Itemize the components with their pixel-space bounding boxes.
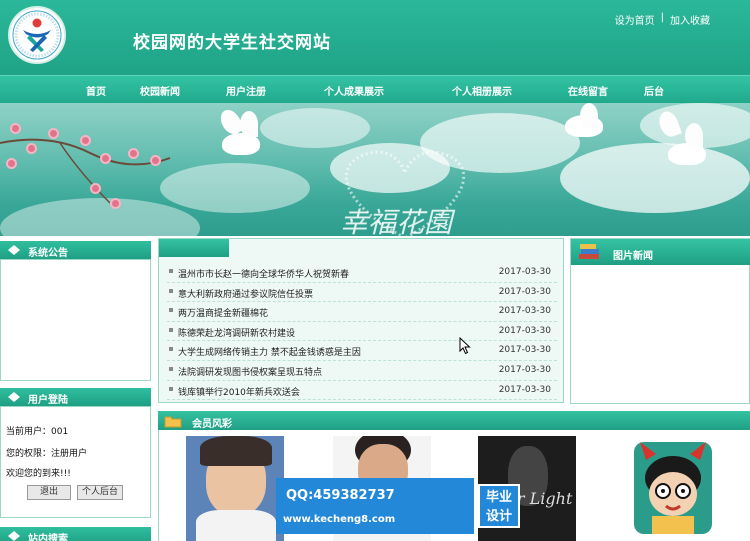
- news-row: 温州市市长赵一德向全球华侨华人祝贺新春 2017-03-30: [167, 263, 557, 283]
- diamond-icon: [8, 531, 20, 541]
- picture-news-header: 图片新闻: [571, 239, 750, 265]
- news-date: 2017-03-30: [498, 384, 551, 395]
- news-title-link[interactable]: 两万温商提金新疆棉花: [178, 306, 268, 319]
- nav-item-guestbook[interactable]: 在线留言: [568, 83, 608, 98]
- news-row: 钱库镇举行2010年新兵欢送会 2017-03-30: [167, 381, 557, 401]
- news-list: 温州市市长赵一德向全球华侨华人祝贺新春 2017-03-30 意大利新政府通过参…: [167, 263, 557, 401]
- picture-news-panel: 图片新闻: [570, 238, 750, 404]
- mouse-cursor-icon: [459, 337, 471, 355]
- site-title: 校园网的大学生社交网站: [133, 33, 331, 53]
- current-user-label: 当前用户：001: [6, 427, 69, 437]
- news-row: 大学生成网络传销主力 禁不起金钱诱惑是主因 2017-03-30: [167, 341, 557, 361]
- nav-item-admin[interactable]: 后台: [644, 83, 664, 98]
- nav-item-campus-news[interactable]: 校园新闻: [140, 83, 180, 98]
- members-title: 会员风彩: [192, 419, 232, 430]
- bullet-icon: [169, 386, 173, 391]
- svg-text:幸福花園: 幸福花園: [340, 206, 456, 236]
- members-panel-header: 会员风彩: [158, 411, 750, 430]
- set-homepage-link[interactable]: 设为首页: [615, 12, 655, 27]
- page: 校园网的大学生社交网站 设为首页 | 加入收藏 首页 校园新闻 用户注册 个人成…: [0, 0, 750, 541]
- news-title-link[interactable]: 陈德荣赴龙湾调研新农村建设: [178, 326, 295, 339]
- announcement-title: 系统公告: [28, 248, 68, 259]
- news-date: 2017-03-30: [498, 364, 551, 375]
- logout-button[interactable]: 退出: [27, 485, 71, 500]
- books-icon: [579, 244, 599, 259]
- site-search-title: 站内搜索: [28, 534, 68, 541]
- diamond-icon: [8, 245, 20, 255]
- news-title-link[interactable]: 意大利新政府通过参议院信任投票: [178, 287, 313, 300]
- watermark-badge-line1: 毕业: [485, 490, 512, 505]
- add-favorite-link[interactable]: 加入收藏: [670, 12, 710, 27]
- news-row: 法院调研发现图书侵权案呈现五特点 2017-03-30: [167, 361, 557, 381]
- announcement-panel: [0, 259, 151, 381]
- news-date: 2017-03-30: [498, 267, 551, 277]
- news-tab[interactable]: [159, 239, 229, 257]
- welcome-text: 欢迎您的到来!!!: [6, 469, 71, 479]
- news-row: 意大利新政府通过参议院信任投票 2017-03-30: [167, 283, 557, 303]
- folder-icon: [164, 416, 182, 428]
- top-links: 设为首页 | 加入收藏: [615, 12, 710, 27]
- bullet-icon: [169, 269, 173, 273]
- site-header: 校园网的大学生社交网站 设为首页 | 加入收藏: [0, 0, 750, 75]
- bullet-icon: [169, 308, 173, 313]
- happiness-script-logo: 幸福花園: [340, 206, 456, 236]
- hero-banner: 幸福花園: [0, 103, 750, 236]
- campus-news-panel: 温州市市长赵一德向全球华侨华人祝贺新春 2017-03-30 意大利新政府通过参…: [158, 238, 564, 403]
- cartoon-avatar-icon: [634, 442, 712, 534]
- announcement-panel-header: 系统公告: [0, 241, 151, 259]
- login-panel-header: 用户登陆: [0, 388, 151, 406]
- permission-label: 您的权限：注册用户: [6, 449, 88, 459]
- watermark-badge-line2: 设计: [485, 509, 512, 524]
- nav-item-achievements[interactable]: 个人成果展示: [324, 83, 384, 98]
- news-row: 两万温商提金新疆棉花 2017-03-30: [167, 302, 557, 322]
- school-logo: [8, 6, 66, 64]
- personal-backend-button[interactable]: 个人后台: [77, 485, 123, 500]
- watermark-url: www.kecheng8.com: [283, 514, 396, 525]
- nav-item-home[interactable]: 首页: [86, 83, 106, 98]
- logo-emblem-icon: [12, 10, 62, 60]
- news-title-link[interactable]: 钱库镇举行2010年新兵欢送会: [178, 385, 300, 398]
- picture-news-title: 图片新闻: [613, 251, 653, 262]
- news-date: 2017-03-30: [498, 345, 551, 356]
- news-date: 2017-03-30: [498, 286, 551, 297]
- news-row: 陈德荣赴龙湾调研新农村建设 2017-03-30: [167, 322, 557, 342]
- nav-item-photo-album[interactable]: 个人相册展示: [452, 83, 512, 98]
- bullet-icon: [169, 366, 173, 371]
- promo-watermark: QQ:459382737 www.kecheng8.com: [276, 478, 474, 534]
- diamond-icon: [8, 392, 20, 402]
- login-title: 用户登陆: [28, 395, 68, 406]
- main-nav: 首页 校园新闻 用户注册 个人成果展示 个人相册展示 在线留言 后台: [0, 75, 750, 103]
- top-links-separator: |: [660, 12, 664, 23]
- member-photo[interactable]: [186, 436, 284, 541]
- news-date: 2017-03-30: [498, 306, 551, 317]
- member-photo[interactable]: [630, 436, 716, 541]
- watermark-qq: QQ:459382737: [286, 488, 395, 503]
- news-date: 2017-03-30: [498, 325, 551, 336]
- news-title-link[interactable]: 温州市市长赵一德向全球华侨华人祝贺新春: [178, 267, 349, 280]
- news-title-link[interactable]: 大学生成网络传销主力 禁不起金钱诱惑是主因: [178, 345, 361, 358]
- nav-item-register[interactable]: 用户注册: [226, 83, 266, 98]
- site-search-panel-header: 站内搜索: [0, 527, 151, 541]
- news-title-link[interactable]: 法院调研发现图书侵权案呈现五特点: [178, 365, 322, 378]
- bullet-icon: [169, 327, 173, 332]
- bullet-icon: [169, 347, 173, 352]
- login-panel: 当前用户：001 您的权限：注册用户 欢迎您的到来!!! 退出 个人后台: [0, 406, 151, 518]
- bullet-icon: [169, 288, 173, 293]
- watermark-badge: 毕业 设计: [478, 484, 520, 528]
